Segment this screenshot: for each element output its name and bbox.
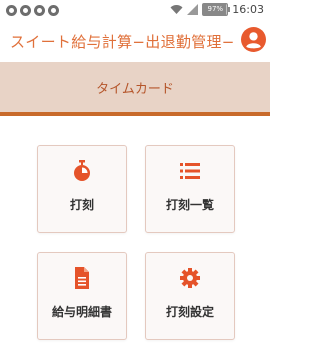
punch-list-button[interactable]: 打刻一覧 xyxy=(145,145,235,233)
gear-icon xyxy=(180,268,200,288)
app-header: スイート給与計算−出退勤管理− xyxy=(0,22,270,62)
punch-list-label: 打刻一覧 xyxy=(165,198,214,212)
account-icon[interactable] xyxy=(241,27,266,52)
notification-icon xyxy=(34,5,45,16)
punch-settings-button[interactable]: 打刻設定 xyxy=(145,252,235,340)
document-icon xyxy=(75,267,89,289)
punch-label: 打刻 xyxy=(69,198,94,212)
payslip-button[interactable]: 給与明細書 xyxy=(37,252,127,340)
clock: 16:03 xyxy=(232,3,264,16)
punch-settings-label: 打刻設定 xyxy=(165,305,214,319)
wifi-icon xyxy=(170,5,183,14)
punch-button[interactable]: 打刻 xyxy=(37,145,127,233)
notification-icons xyxy=(6,5,59,16)
notification-icon xyxy=(48,5,59,16)
status-indicators: 97% 16:03 xyxy=(170,3,264,16)
battery-indicator: 97% xyxy=(202,3,231,16)
list-icon xyxy=(180,163,200,179)
stopwatch-icon xyxy=(74,160,90,181)
tab-timecard[interactable]: タイムカード xyxy=(0,62,270,116)
notification-icon xyxy=(6,5,17,16)
payslip-label: 給与明細書 xyxy=(51,305,112,319)
notification-icon xyxy=(20,5,31,16)
signal-icon xyxy=(187,4,199,15)
status-bar: 97% 16:03 xyxy=(0,0,270,22)
tab-label: タイムカード xyxy=(96,81,174,97)
app-title: スイート給与計算−出退勤管理− xyxy=(10,33,235,51)
